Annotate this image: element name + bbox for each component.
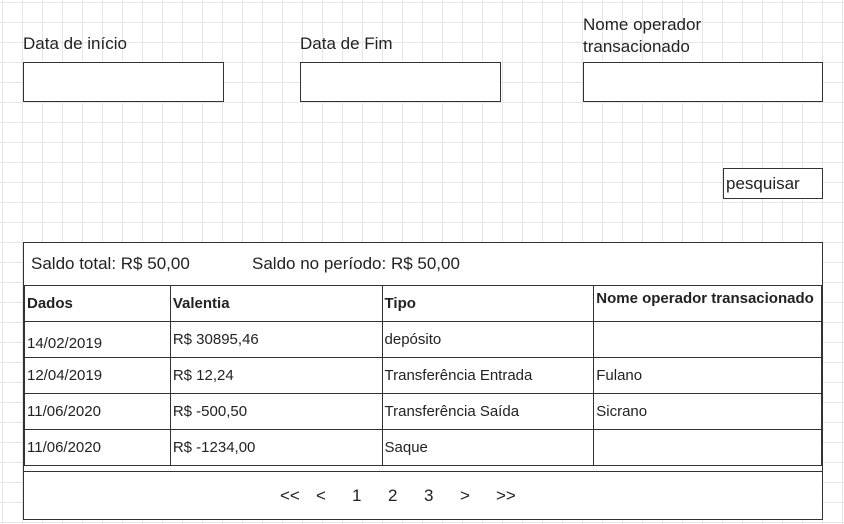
pagination-page-1[interactable]: 1: [352, 486, 361, 506]
end-date-label: Data de Fim: [300, 34, 393, 53]
cell-operator: [593, 321, 822, 358]
cell-operator: [593, 429, 822, 466]
start-date-label: Data de início: [23, 34, 127, 53]
column-header-operator: Nome operador transacionado: [593, 285, 822, 322]
transactions-table: Dados Valentia Tipo Nome operador transa…: [24, 285, 822, 466]
period-balance: Saldo no período: R$ 50,00: [252, 254, 460, 273]
cell-value: R$ 12,24: [169, 357, 383, 394]
search-button[interactable]: pesquisar: [723, 168, 823, 199]
table-row[interactable]: 11/06/2020 R$ -1234,00 Saque: [24, 429, 822, 466]
pagination-first[interactable]: <<: [280, 486, 300, 506]
balance-summary: Saldo total: R$ 50,00 Saldo no período: …: [24, 243, 822, 286]
cell-type: Transferência Entrada: [381, 357, 595, 394]
cell-date: 12/04/2019: [24, 357, 171, 394]
end-date-input[interactable]: [300, 62, 501, 102]
table-row[interactable]: 11/06/2020 R$ -500,50 Transferência Saíd…: [24, 393, 822, 430]
pagination-prev[interactable]: <: [316, 486, 326, 506]
column-header-type: Tipo: [381, 285, 595, 322]
operator-input[interactable]: [583, 62, 823, 102]
cell-date: 11/06/2020: [24, 393, 171, 430]
table-row[interactable]: 14/02/2019 R$ 30895,46 depósito: [24, 321, 822, 358]
pagination-last[interactable]: >>: [496, 486, 516, 506]
table-row[interactable]: 12/04/2019 R$ 12,24 Transferência Entrad…: [24, 357, 822, 394]
cell-type: Saque: [381, 429, 595, 466]
cell-date: 11/06/2020: [24, 429, 171, 466]
cell-operator: Fulano: [593, 357, 822, 394]
cell-value: R$ 30895,46: [169, 321, 383, 358]
cell-operator: Sicrano: [593, 393, 822, 430]
total-balance: Saldo total: R$ 50,00: [31, 254, 190, 273]
table-header-row: Dados Valentia Tipo Nome operador transa…: [24, 285, 822, 322]
pagination-page-3[interactable]: 3: [424, 486, 433, 506]
pagination-next[interactable]: >: [460, 486, 470, 506]
cell-date: 14/02/2019: [24, 321, 171, 358]
cell-value: R$ -500,50: [169, 393, 383, 430]
cell-value: R$ -1234,00: [169, 429, 383, 466]
start-date-input[interactable]: [23, 62, 224, 102]
results-panel: Saldo total: R$ 50,00 Saldo no período: …: [23, 242, 823, 520]
operator-label: Nome operador transacionado: [583, 15, 702, 56]
pagination: << < 1 2 3 > >>: [24, 471, 822, 520]
pagination-page-2[interactable]: 2: [388, 486, 397, 506]
cell-type: depósito: [381, 321, 595, 358]
cell-type: Transferência Saída: [381, 393, 595, 430]
column-header-value: Valentia: [169, 285, 383, 322]
column-header-date: Dados: [24, 285, 171, 322]
